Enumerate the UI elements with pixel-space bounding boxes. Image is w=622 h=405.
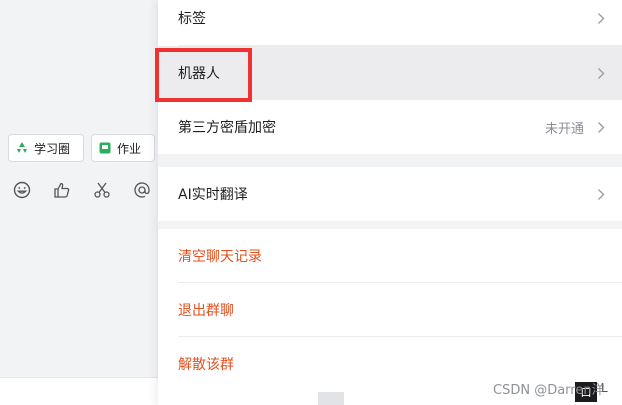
chevron-right-icon [594,120,608,134]
clear-history-row[interactable]: 清空聊天记录 [158,229,622,283]
clear-history-label: 清空聊天记录 [178,249,262,265]
homework-label: 作业 [117,141,142,156]
ai-translate-row[interactable]: AI实时翻译 [158,167,622,221]
chevron-right-icon [594,11,608,25]
study-circle-chip[interactable]: 学习圈 [8,134,84,162]
section-gap [158,154,622,167]
dissolve-group-label: 解散该群 [178,357,234,373]
exit-group-row[interactable]: 退出群聊 [158,283,622,337]
tags-label: 标签 [178,11,206,27]
scissors-icon[interactable] [91,179,113,201]
third-party-encryption-label: 第三方密盾加密 [178,120,276,136]
tags-row[interactable]: 标签 [158,0,622,45]
chevron-right-icon [594,66,608,80]
watermark: CSDN @Darren洋 [493,383,605,398]
third-party-encryption-row[interactable]: 第三方密盾加密 未开通 [158,100,622,154]
chevron-right-icon [594,187,608,201]
encryption-status: 未开通 [544,121,584,137]
cut-off-text: L [601,381,608,395]
section-gap [158,221,622,229]
highlight-box [155,48,252,102]
exit-group-label: 退出群聊 [178,303,234,319]
mention-icon[interactable] [131,179,153,201]
ai-translate-label: AI实时翻译 [178,187,248,203]
homework-icon [99,142,111,154]
study-circle-label: 学习圈 [34,141,71,156]
chat-input-area[interactable] [0,377,158,405]
emoji-icon[interactable] [11,179,33,201]
scrollbar[interactable] [318,392,344,405]
recycle-icon [17,142,27,153]
homework-chip[interactable]: 作业 [91,134,155,162]
chat-area [0,0,158,405]
thumbs-up-icon[interactable] [51,179,73,201]
